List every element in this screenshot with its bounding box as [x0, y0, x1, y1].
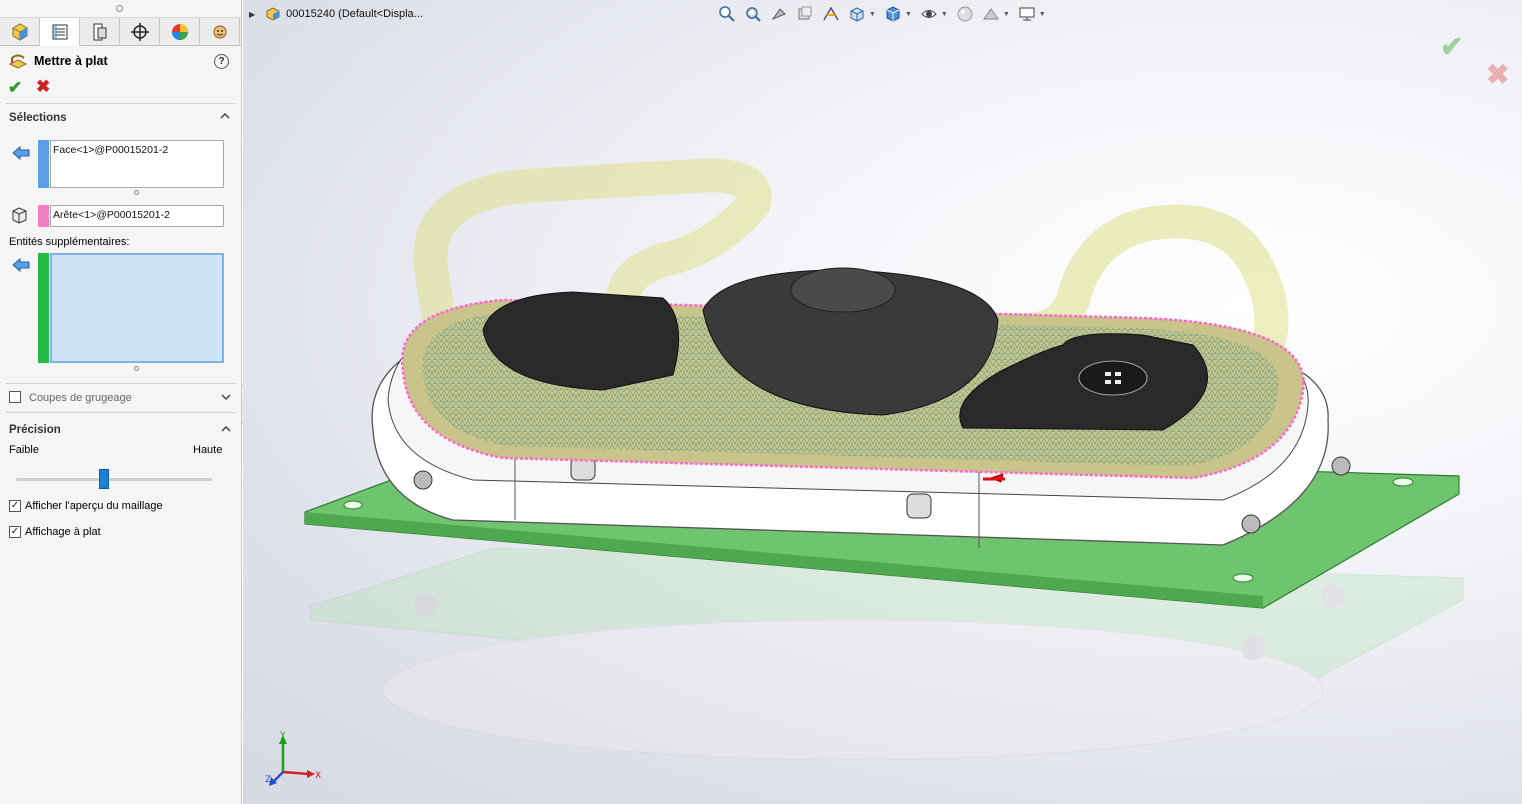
zoom-to-area-icon [746, 7, 761, 22]
precision-slider-track[interactable] [16, 478, 212, 481]
graphics-area[interactable]: ▶ 00015240 (Default<Displa... ▼ ▼ ▼ ▼ ▼ … [243, 0, 1522, 804]
chevron-up-icon[interactable] [220, 423, 232, 435]
confirmation-ok-icon[interactable]: ✔ [1440, 30, 1463, 63]
section-view-icon [798, 6, 812, 20]
triad-x-label: X [315, 771, 321, 781]
flatten-surface-icon [8, 54, 28, 69]
chevron-down-icon[interactable]: ▼ [1039, 11, 1046, 18]
face-selection-icon [12, 145, 30, 161]
display-style-icon [886, 6, 900, 22]
view-orientation-button[interactable] [846, 4, 868, 24]
additional-color-swatch [38, 253, 49, 363]
help-icon[interactable]: ? [214, 54, 229, 69]
divider [6, 412, 236, 413]
ok-button[interactable]: ✔ [8, 78, 22, 98]
precision-slider-thumb[interactable] [99, 469, 109, 489]
face-selection-field[interactable]: Face<1>@P00015201-2 [50, 140, 224, 188]
hide-show-icon [921, 10, 937, 18]
edit-appearance-icon [957, 6, 973, 22]
selections-header-label: Sélections [9, 112, 67, 124]
triad-y-label: Y [279, 731, 286, 741]
tab-property-manager[interactable] [40, 18, 80, 46]
reference-triad: Y X Z [265, 731, 321, 786]
property-manager-title: Mettre à plat [34, 54, 108, 68]
view-settings-icon [1019, 7, 1035, 21]
selections-group-header[interactable]: Sélections [0, 104, 241, 128]
tab-feature-manager[interactable] [0, 18, 40, 46]
apply-scene-button[interactable] [980, 4, 1002, 24]
zoom-to-fit-icon [719, 6, 735, 22]
additional-entities-field[interactable] [50, 253, 224, 363]
face-color-swatch [38, 140, 49, 188]
ok-cancel-bar: ✔ ✖ [6, 74, 235, 104]
additional-entities-label: Entités supplémentaires: [9, 236, 130, 248]
manager-tabs [0, 18, 241, 46]
flat-display-checkbox[interactable]: ✓ [9, 526, 21, 538]
chevron-down-icon[interactable]: ▼ [869, 11, 876, 18]
tab-display-manager[interactable] [160, 18, 200, 46]
precision-high-label: Haute [193, 444, 223, 456]
feature-manager-icon [12, 23, 27, 41]
view-orientation-icon [850, 7, 864, 22]
edge-selection-icon [12, 207, 27, 224]
tab-dimxpert-manager[interactable] [120, 18, 160, 46]
chevron-down-icon[interactable]: ▼ [905, 11, 912, 18]
chevron-down-icon[interactable]: ▼ [1003, 11, 1010, 18]
previous-view-icon [771, 8, 786, 21]
crosshair-icon [130, 23, 149, 41]
face-field-resize-handle[interactable] [134, 190, 139, 195]
dynamic-annotation-button[interactable] [820, 4, 842, 24]
mesh-preview-checkbox[interactable]: ✓ [9, 500, 21, 512]
confirmation-cancel-icon[interactable]: ✖ [1486, 58, 1509, 91]
hide-show-button[interactable] [918, 4, 940, 24]
section-view-button[interactable] [794, 4, 816, 24]
zoom-to-fit-button[interactable] [716, 4, 738, 24]
part-icon [266, 7, 280, 21]
edge-selection-field[interactable]: Arête<1>@P00015201-2 [50, 205, 224, 227]
additional-field-resize-handle[interactable] [134, 366, 139, 371]
triad-z-label: Z [265, 775, 271, 785]
relief-cuts-checkbox[interactable] [9, 391, 21, 403]
appearance-icon [213, 25, 226, 39]
divider [6, 383, 236, 384]
additional-entities-icon [12, 257, 30, 273]
previous-view-button[interactable] [768, 4, 790, 24]
expand-arrow-icon[interactable]: ▶ [249, 10, 255, 19]
document-label[interactable]: 00015240 (Default<Displa... [286, 8, 423, 20]
chevron-down-icon[interactable] [220, 391, 232, 403]
display-style-button[interactable] [882, 4, 904, 24]
edge-color-swatch [38, 205, 49, 227]
feature-tree-flyout[interactable]: ▶ 00015240 (Default<Displa... [249, 5, 423, 23]
property-manager-icon [52, 24, 67, 40]
cancel-button[interactable]: ✖ [36, 77, 50, 97]
3d-model-view[interactable] [243, 0, 1522, 804]
property-manager-panel: Mettre à plat ? ✔ ✖ Sélections Face<1>@P… [0, 0, 242, 804]
heads-up-view-toolbar: ▼ ▼ ▼ ▼ ▼ [716, 3, 1052, 25]
configuration-manager-icon [93, 23, 106, 41]
relief-cuts-label: Coupes de grugeage [29, 392, 132, 404]
precision-low-label: Faible [9, 444, 39, 456]
flat-display-label: Affichage à plat [25, 526, 101, 538]
chevron-down-icon[interactable]: ▼ [941, 11, 948, 18]
tab-appearance[interactable] [200, 18, 240, 46]
panel-grip[interactable] [0, 0, 241, 18]
zoom-to-area-button[interactable] [742, 4, 764, 24]
chevron-up-icon[interactable] [219, 110, 231, 122]
precision-header-label[interactable]: Précision [9, 424, 61, 436]
view-settings-button[interactable] [1016, 4, 1038, 24]
apply-scene-icon [982, 8, 999, 20]
display-manager-icon [171, 24, 188, 40]
property-manager-header: Mettre à plat ? [0, 46, 241, 74]
dynamic-annotation-icon [823, 6, 839, 21]
edit-appearance-button[interactable] [954, 4, 976, 24]
mesh-preview-label: Afficher l'aperçu du maillage [25, 500, 163, 512]
tab-configuration-manager[interactable] [80, 18, 120, 46]
